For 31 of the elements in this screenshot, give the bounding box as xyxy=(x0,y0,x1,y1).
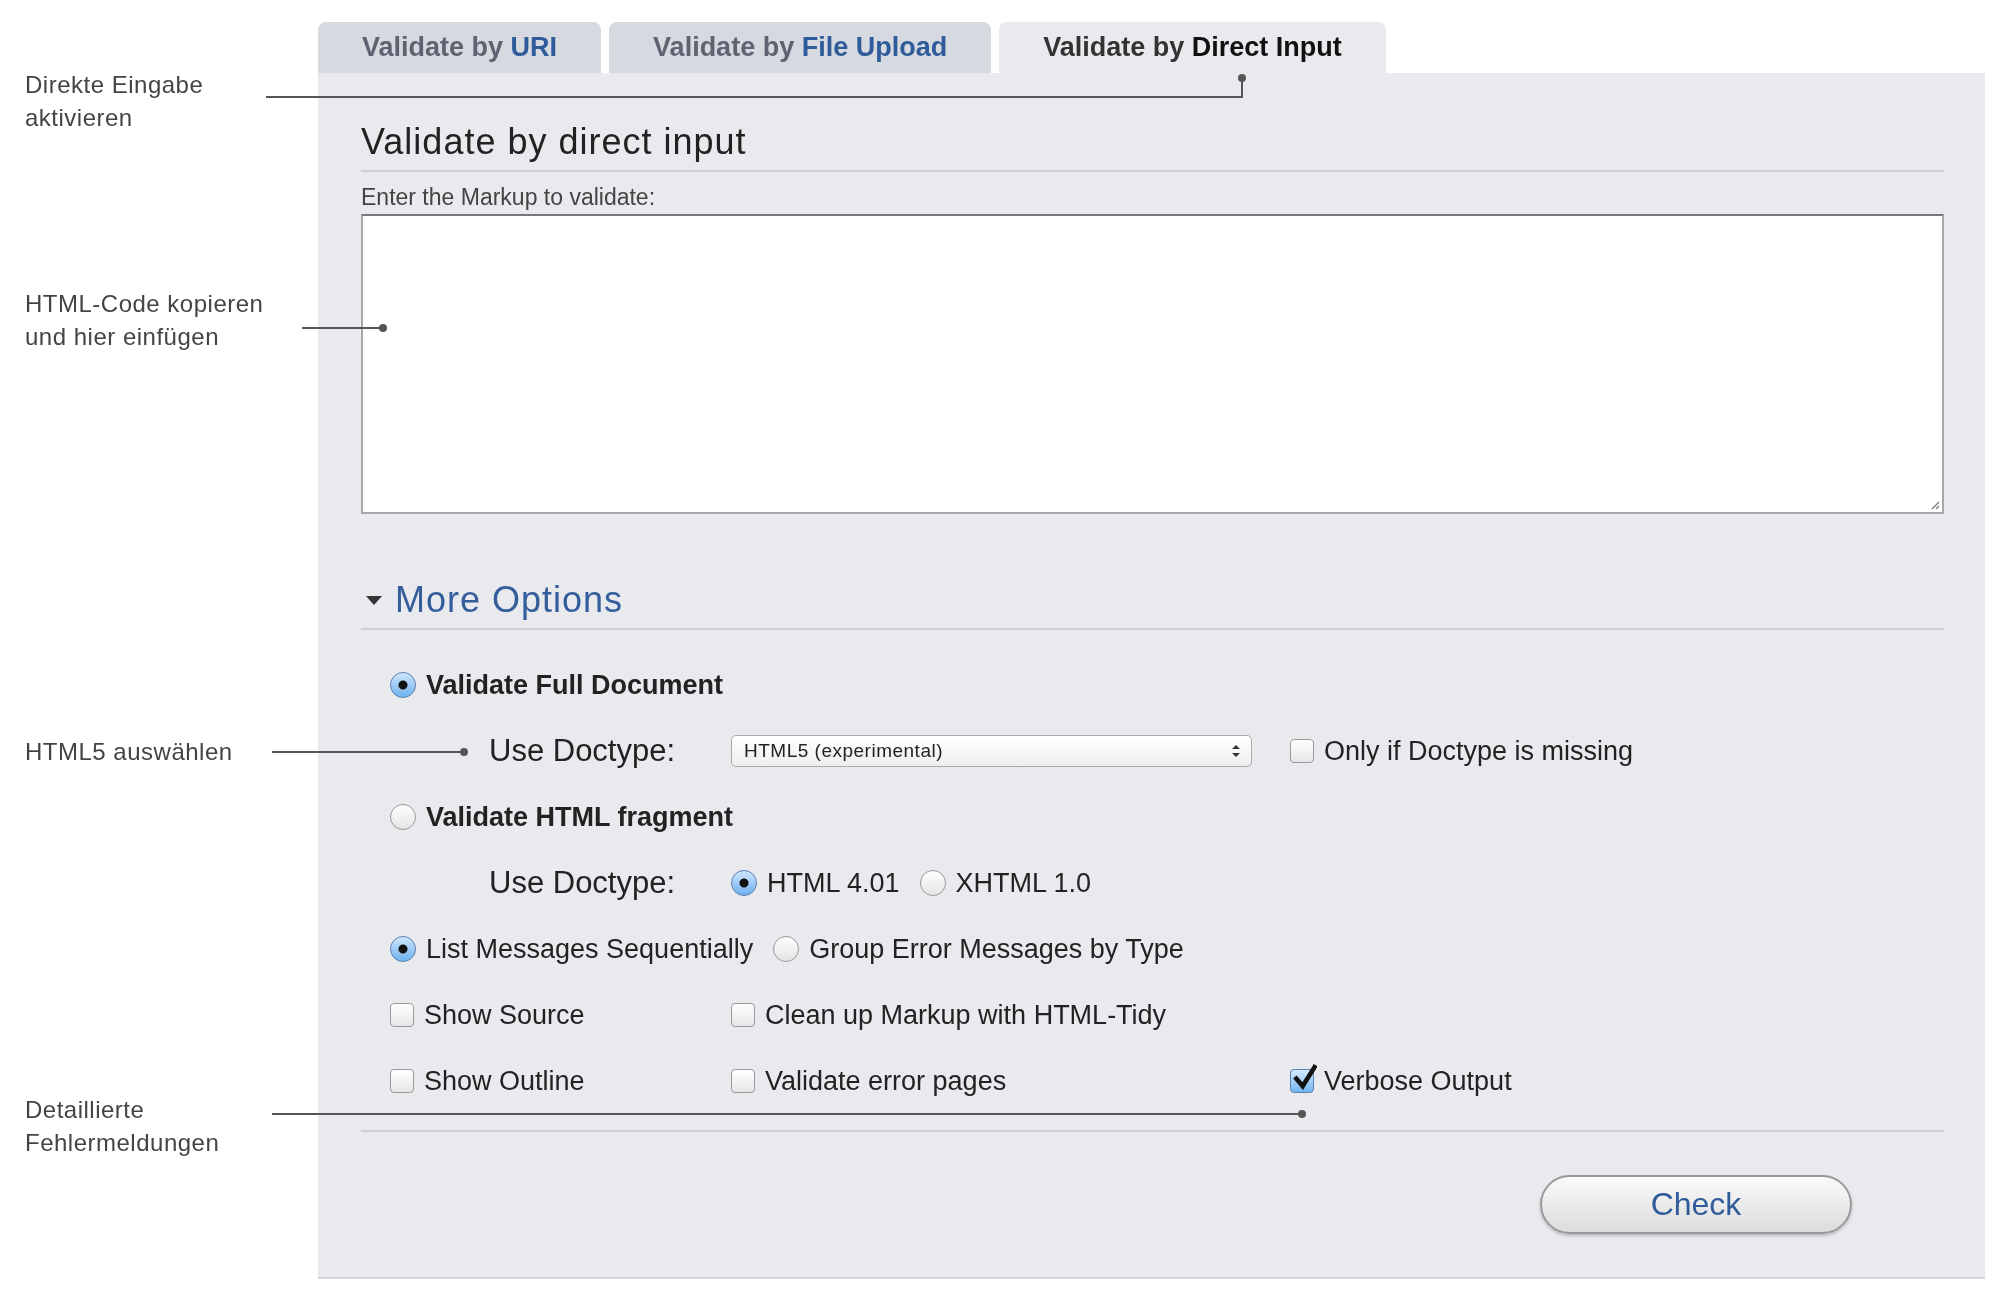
caret-icon xyxy=(365,594,383,606)
tab[interactable]: Validate by Direct Input xyxy=(999,22,1386,73)
radio-option[interactable]: Validate HTML fragment xyxy=(390,801,734,833)
annotation-text: HTML-Code kopieren und hier einfügen xyxy=(25,289,264,352)
field-label: Enter the Markup to validate: xyxy=(361,184,657,210)
tab[interactable]: Validate by File Upload xyxy=(609,22,992,73)
doctype-label: Use Doctype: xyxy=(488,865,677,901)
annotation-text: Direkte Eingabe aktivieren xyxy=(25,70,204,133)
checkbox-option[interactable]: Verbose Output xyxy=(1290,1065,1512,1097)
checkbox-option[interactable]: Show Outline xyxy=(390,1065,585,1097)
checkmark-icon xyxy=(1291,1064,1317,1090)
checkbox-option[interactable]: Clean up Markup with HTML-Tidy xyxy=(731,999,1167,1031)
doctype-label: Use Doctype: xyxy=(488,733,677,769)
tab[interactable]: Validate by URI xyxy=(318,22,602,73)
radio-option[interactable]: Validate Full Document xyxy=(390,669,724,701)
checkbox-option[interactable]: Show Source xyxy=(390,999,585,1031)
radio-option[interactable]: Group Error Messages by Type xyxy=(773,933,1184,965)
markup-input-field[interactable] xyxy=(361,214,1944,514)
annotation-text: HTML5 auswählen xyxy=(25,737,233,767)
checkbox-option[interactable]: Only if Doctype is missing xyxy=(1290,735,1634,767)
radio-option[interactable]: List Messages Sequentially xyxy=(390,933,754,965)
radio-option[interactable]: HTML 4.01 xyxy=(731,867,900,899)
radio-option[interactable]: XHTML 1.0 xyxy=(919,867,1092,899)
doctype-select[interactable]: HTML5 (experimental) xyxy=(731,735,1252,767)
form-heading: Validate by direct input xyxy=(361,120,1944,172)
check-button[interactable]: Check xyxy=(1540,1175,1852,1234)
annotation-text: Detaillierte Fehlermeldungen xyxy=(25,1095,220,1158)
more-options-toggle[interactable]: More Options xyxy=(361,578,624,622)
checkbox-option[interactable]: Validate error pages xyxy=(731,1065,1007,1097)
stepper-icon xyxy=(1231,743,1241,759)
resize-grip-icon[interactable] xyxy=(1930,500,1940,510)
